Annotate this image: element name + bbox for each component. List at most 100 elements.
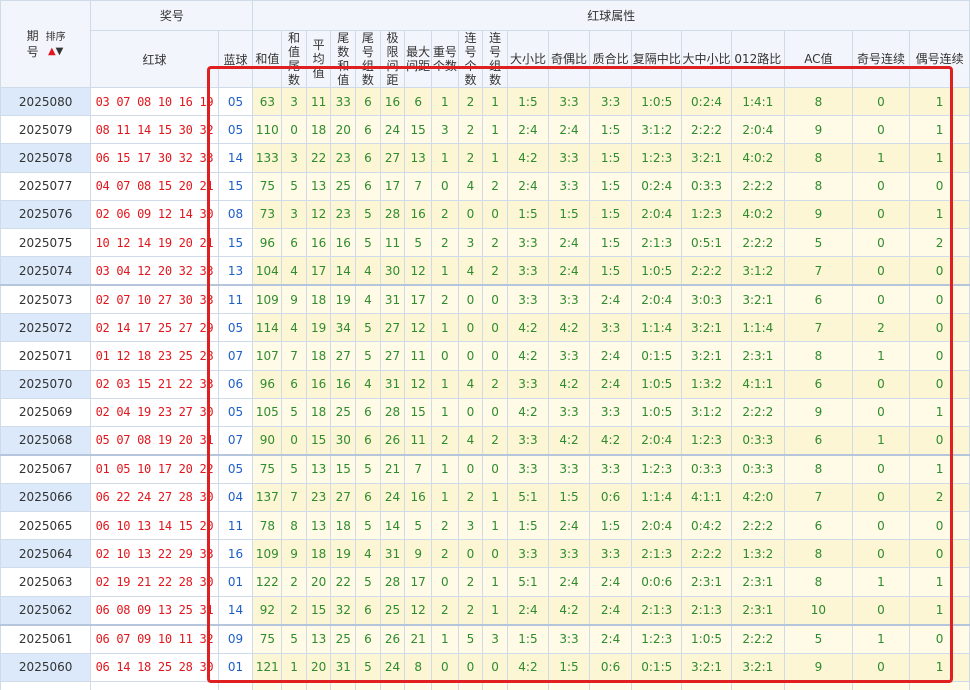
table-row[interactable]: 2025073 02 07 10 27 30 33 11 109 9 18 19 4 31 17 2…: [0, 284, 970, 315]
table-row[interactable]: 202505904 10 11 12 13 240174412145201114…: [0, 680, 970, 690]
attr-cell: 14: [330, 256, 357, 286]
attr-cell: 5: [457, 623, 484, 654]
red-balls-cell: 08 11 14 15 30 32: [90, 115, 219, 145]
attr-cell: 0: [851, 256, 911, 286]
attr-cell: 7: [404, 453, 433, 484]
sort-button[interactable]: 排序 ▲▼: [46, 32, 66, 57]
attr-cell: 0: [457, 397, 484, 427]
attr-cell: 1: [909, 567, 970, 597]
attr-cell: 1: [482, 567, 508, 597]
table-row[interactable]: 2025075 10 12 14 19 20 21 15 96 6 16 16 5 11 5 2 3 2…: [0, 227, 970, 258]
attr-cell: 1:5: [589, 143, 633, 173]
attr-cell: 18: [305, 115, 332, 145]
attr-cell: 13: [305, 511, 332, 541]
table-row[interactable]: 2025080 03 07 08 10 16 19 05 63 3 11 33 6 16 6 1 2 1…: [0, 86, 970, 117]
attr-cell: 4: [457, 171, 484, 201]
attr-cell: 1: [431, 482, 459, 513]
table-row[interactable]: 2025066 06 22 24 27 28 30 04 137 7 23 27 6 24 16 1…: [0, 482, 970, 513]
table-row[interactable]: 2025068 05 07 08 19 20 31 07 90 0 15 30 6 26 11 2 4…: [0, 425, 970, 456]
attr-cell: 8: [784, 453, 853, 484]
attr-cell: 1:4:1: [730, 86, 786, 117]
red-header: 红球: [90, 30, 219, 88]
attr-cell: 3:3: [547, 397, 591, 427]
attr-cell: 19: [305, 313, 332, 343]
attr-cell: 1:2:3: [681, 680, 732, 690]
attr-cell: 18: [305, 539, 332, 569]
table-row[interactable]: 2025063 02 19 21 22 28 30 01 122 2 20 22 5 28 17 0…: [0, 567, 970, 597]
table-row[interactable]: 2025076 02 06 09 12 14 30 08 73 3 12 23 5 28 16 2 0…: [0, 199, 970, 229]
table-row[interactable]: 2025060 06 14 18 25 28 30 01 121 1 20 31 5 24 8 0 0…: [0, 652, 970, 682]
attr-cell: 3:2:1: [730, 652, 786, 682]
attr-cell: 0: [851, 652, 911, 682]
attr-cell: 23: [330, 143, 357, 173]
attr-cell: 1:2:3: [631, 623, 683, 654]
attr-cell: 0: [851, 539, 911, 569]
attr-cell: 2: [909, 482, 970, 513]
table-row[interactable]: 2025079 08 11 14 15 30 32 05 110 0 18 20 6 24 15 3…: [0, 115, 970, 145]
red-balls-cell: 06 08 09 13 25 31: [90, 595, 219, 626]
attr-cell: 17: [404, 284, 433, 315]
table-row[interactable]: 2025072 02 14 17 25 27 29 05 114 4 19 34 5 27 12 1…: [0, 313, 970, 343]
lottery-table: 期号 排序 ▲▼ 奖号 红球属性 红球 蓝球 和值 和值尾数 平均值 尾数和值 尾号组数…: [0, 0, 970, 690]
attr-cell: 2: [457, 482, 484, 513]
attr-cell: 4:1:1: [681, 482, 732, 513]
attr-cell: 24: [379, 652, 406, 682]
table-row[interactable]: 2025070 02 03 15 21 22 33 06 96 6 16 16 4 31 12 1 4…: [0, 369, 970, 399]
attr-cell: 5: [281, 171, 307, 201]
attr-cell: 4:2: [506, 652, 549, 682]
attr-cell: 31: [379, 284, 406, 315]
attr-cell: 6: [355, 86, 381, 117]
attr-cell: 31: [379, 369, 406, 399]
table-row[interactable]: 2025062 06 08 09 13 25 31 14 92 2 15 32 6 25 12 2 2…: [0, 595, 970, 626]
attr-cell: 1: [909, 595, 970, 626]
attr-cell: 2:2:2: [730, 171, 786, 201]
attr-cell: 28: [379, 397, 406, 427]
attr-cell: 0: [909, 171, 970, 201]
attr-cell: 122: [252, 567, 283, 597]
table-row[interactable]: 2025061 06 07 09 10 11 32 09 75 5 13 25 6 26 21 1 5…: [0, 623, 970, 654]
table-row[interactable]: 2025067 01 05 10 17 20 22 05 75 5 13 15 5 21 7 1 0 0…: [0, 453, 970, 484]
table-row[interactable]: 2025077 04 07 08 15 20 21 15 75 5 13 25 6 17 7 0 4 2…: [0, 171, 970, 201]
red-balls-cell: 02 19 21 22 28 30: [90, 567, 219, 597]
attr-cell: 1: [431, 397, 459, 427]
attr-cell: 1: [851, 341, 911, 371]
attr-cell: 6: [355, 143, 381, 173]
attr-cell: 10: [784, 595, 853, 626]
attr-cell: 1: [482, 482, 508, 513]
attr-cell: 1: [431, 623, 459, 654]
sort-label: 排序: [45, 31, 66, 43]
attr-cell: 8: [784, 86, 853, 117]
attr-cell: 2:0:4: [631, 284, 683, 315]
attr-cell: 0: [482, 284, 508, 315]
table-row[interactable]: 2025064 02 10 13 22 29 33 16 109 9 18 19 4 31 9 2 0…: [0, 539, 970, 569]
attr-cell: 0: [457, 539, 484, 569]
table-row[interactable]: 2025071 01 12 18 23 25 28 07 107 7 18 27 5 27 11 0…: [0, 341, 970, 371]
attr-cell: 5: [281, 397, 307, 427]
attr-cell: 2: [431, 284, 459, 315]
table-row[interactable]: 2025065 06 10 13 14 15 20 11 78 8 13 18 5 14 5 2 3 1…: [0, 511, 970, 541]
attr-cell: 1:1:4: [631, 680, 683, 690]
attr-cell: 5: [784, 227, 853, 258]
table-row[interactable]: 2025078 06 15 17 30 32 33 14 133 3 22 23 6 27 13 1…: [0, 143, 970, 173]
attr-cell: 3:3: [506, 256, 549, 286]
attr-col-header: 尾号组数: [355, 30, 381, 88]
attr-cell: 2:3:1: [730, 680, 786, 690]
attr-cell: 4: [457, 256, 484, 286]
table-row[interactable]: 2025069 02 04 19 23 27 30 05 105 5 18 25 6 28 15 1…: [0, 397, 970, 427]
attr-cell: 0: [457, 652, 484, 682]
table-row[interactable]: 2025074 03 04 12 20 32 33 13 104 4 17 14 4 30 12 1…: [0, 256, 970, 286]
attr-cell: 0:6: [589, 652, 633, 682]
attr-cell: 1:1:4: [631, 482, 683, 513]
attr-cell: 1:2:3: [631, 453, 683, 484]
red-balls-cell: 06 10 13 14 15 20: [90, 511, 219, 541]
attr-cell: 0:6: [589, 482, 633, 513]
attr-cell: 6: [784, 284, 853, 315]
attr-col-header: 和值: [252, 30, 283, 88]
blue-ball-cell: 05: [217, 115, 254, 145]
attr-cell: 6: [355, 623, 381, 654]
attr-cell: 2:4: [589, 623, 633, 654]
attr-cell: 3:3: [506, 369, 549, 399]
attr-cell: 0: [909, 511, 970, 541]
attr-cell: 1: [281, 652, 307, 682]
attr-cell: 2:1:3: [631, 227, 683, 258]
